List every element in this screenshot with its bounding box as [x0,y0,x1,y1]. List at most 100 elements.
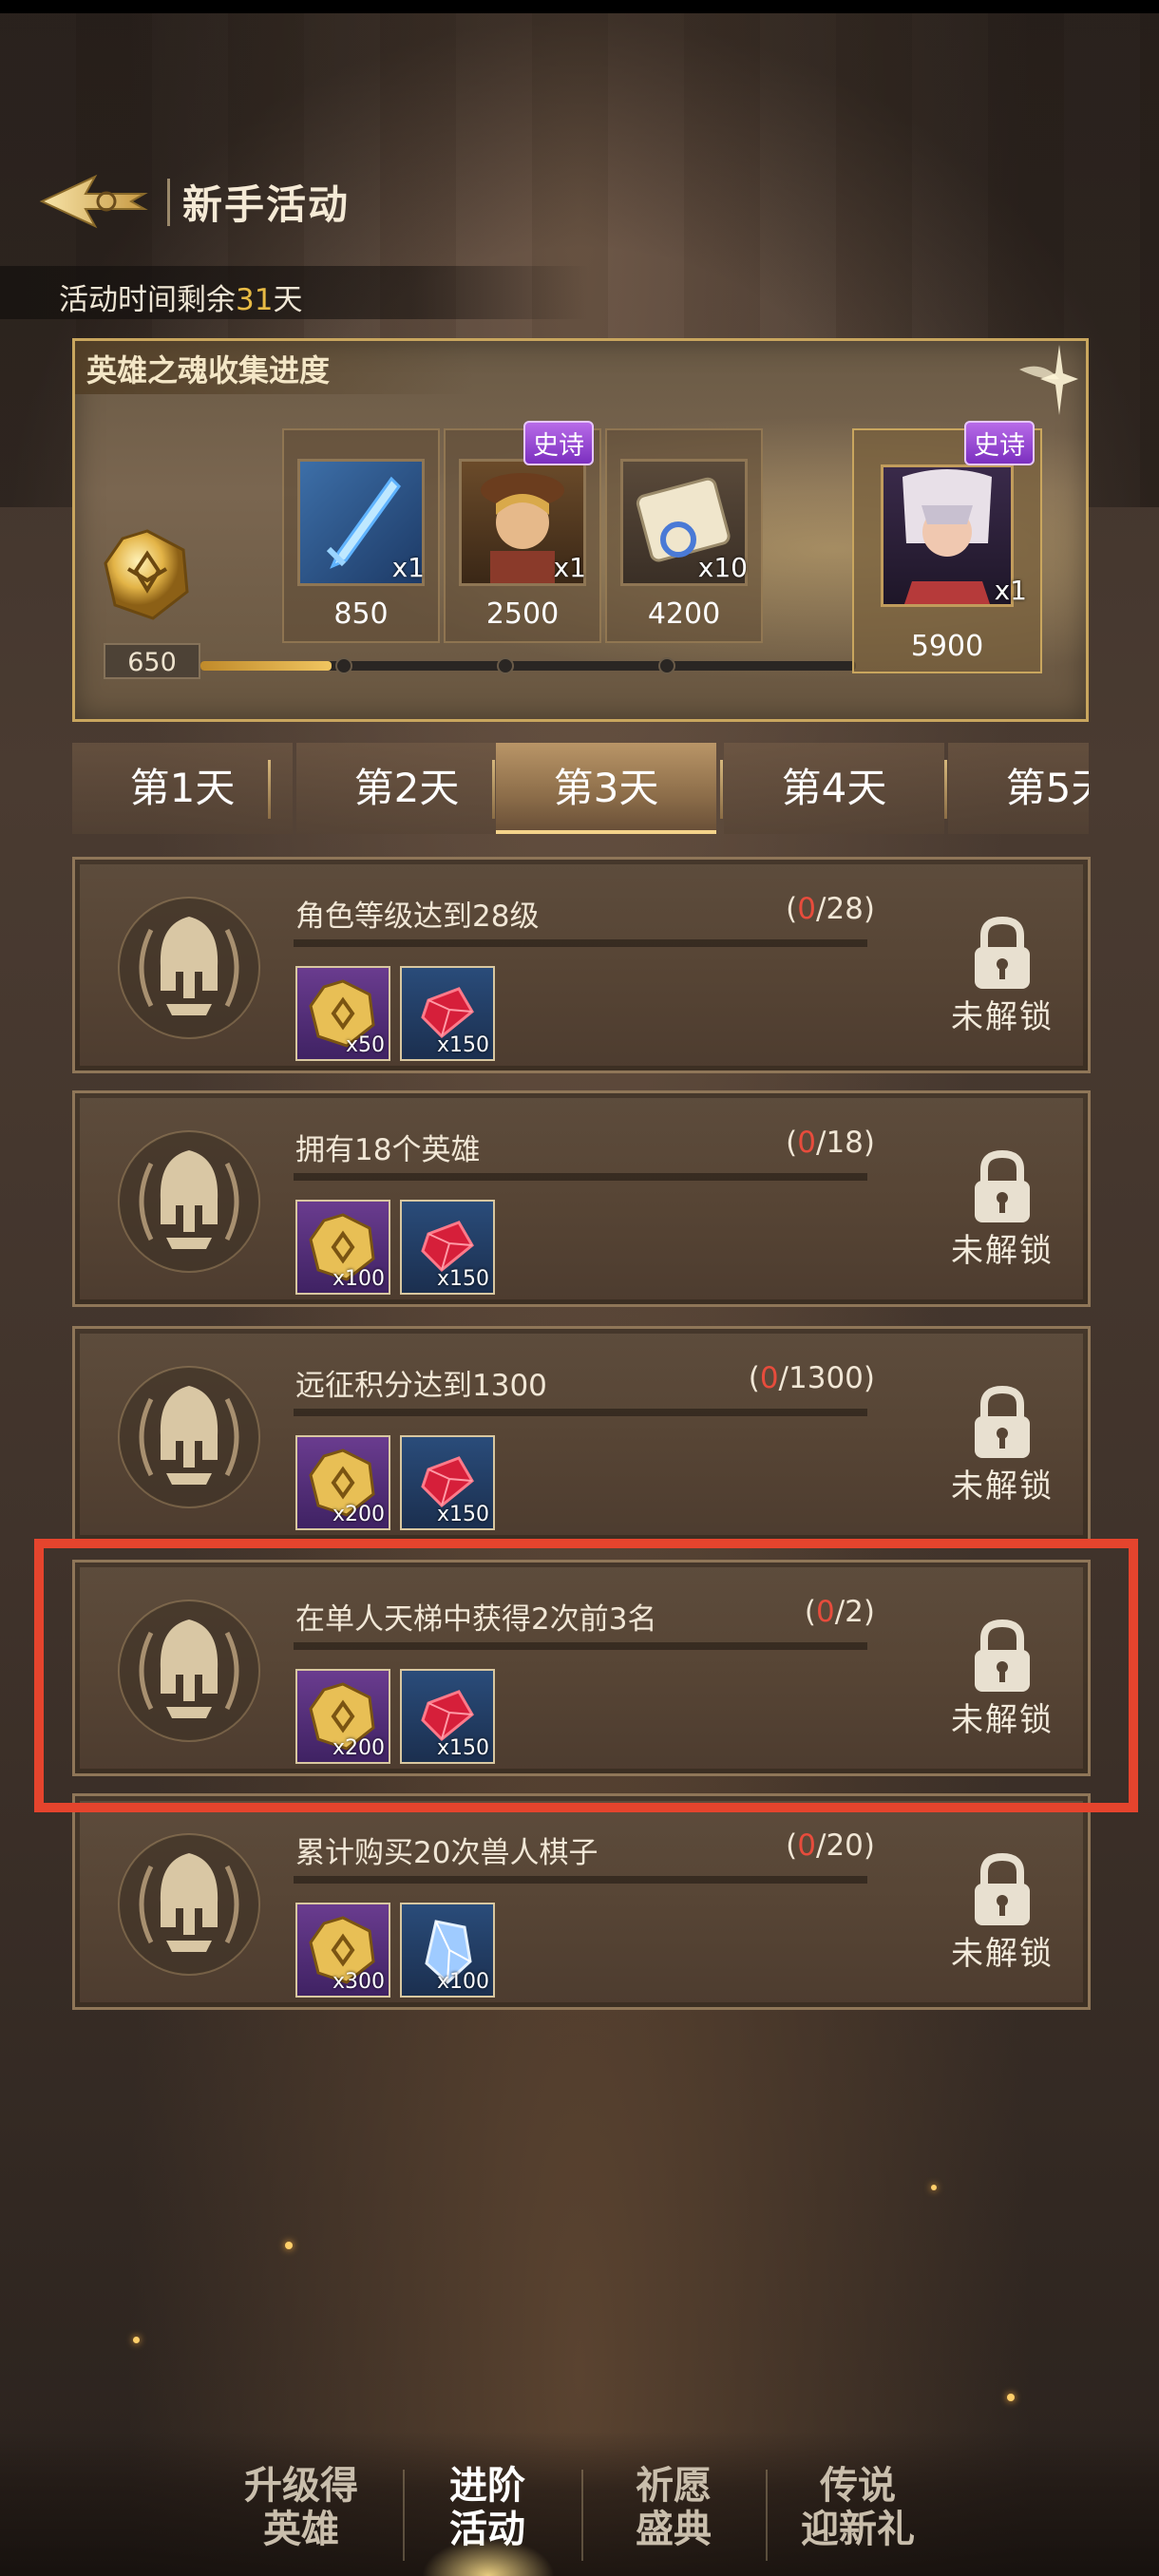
reward-qty: x300 [332,1970,385,1994]
tab-day-4[interactable]: 第4天 [724,743,944,834]
nav-upgrade-hero[interactable]: 升级得 英雄 [211,2464,391,2551]
countdown-prefix: 活动时间剩余 [59,283,236,317]
milestone-reward-850[interactable]: x1 850 [282,428,440,643]
countdown-days: 31 [236,283,274,317]
progress-node [658,657,675,674]
epic-hero-portrait-icon [902,469,992,604]
milestone-reward-4200[interactable]: x10 4200 [605,428,763,643]
tab-day-3[interactable]: 第3天 [496,743,716,834]
nav-label-line2: 盛典 [636,2508,712,2551]
progress-node [335,657,352,674]
progress-track [200,657,856,674]
reward-cost: 2500 [485,597,560,631]
reward-qty: x1 [553,552,586,583]
tab-separator [492,760,495,819]
panel-title: 英雄之魂收集进度 [86,352,331,388]
countdown-suffix: 天 [273,283,303,317]
ember-particle [133,2337,140,2343]
lock-label: 未解锁 [951,1468,1054,1506]
task-card[interactable]: 累计购买20次兽人棋子 (0/20) x300 x100 未解锁 [72,1793,1091,2010]
ember-particle [1007,2394,1015,2401]
tab-day-2[interactable]: 第2天 [296,743,517,834]
task-progress: (0/18) [786,1126,875,1160]
status-bar [0,0,1159,13]
nav-legend-gift[interactable]: 传说 迎新礼 [768,2464,948,2551]
task-reward-item[interactable]: x150 [400,1200,495,1295]
task-reward-item[interactable]: x100 [295,1200,390,1295]
padlock-icon [975,1385,1030,1458]
back-arrow-icon [39,174,148,229]
spartan-helmet-emblem-icon [118,1833,260,1976]
task-card[interactable]: 拥有18个英雄 (0/18) x100 x150 未解锁 [72,1090,1091,1307]
task-progress-current: 0 [759,1361,779,1395]
padlock-icon [975,1149,1030,1222]
spartan-helmet-emblem-icon [118,897,260,1039]
task-reward-item[interactable]: x300 [295,1903,390,1998]
epic-badge: 史诗 [964,421,1035,465]
nav-label-line1: 传说 [820,2464,896,2508]
nav-label-line1: 升级得 [244,2464,358,2508]
nav-label-line2: 迎新礼 [801,2508,915,2551]
task-card[interactable]: 角色等级达到28级 (0/28) x50 x150 未解锁 [72,857,1091,1073]
reward-qty: x200 [332,1503,385,1526]
milestone-reward-5900[interactable]: 史诗 x1 5900 [852,421,1042,673]
locked-status: 未解锁 [936,1148,1069,1281]
task-progress-total: /1300 [778,1361,864,1395]
task-progress-current: 0 [797,1126,816,1160]
tab-separator [720,760,723,819]
task-progress-total: /18 [816,1126,864,1160]
reward-qty: x150 [436,1267,489,1291]
task-title: 累计购买20次兽人棋子 [295,1836,598,1870]
task-card[interactable]: 远征积分达到1300 (0/1300) x200 x150 未解锁 [72,1326,1091,1543]
reward-qty: x50 [345,1033,385,1057]
task-progress-total: /28 [816,892,864,926]
locked-status: 未解锁 [936,915,1069,1048]
reward-qty: x150 [436,1503,489,1526]
reward-qty: x1 [391,552,425,583]
reward-qty: x10 [697,552,748,583]
tab-day-5[interactable]: 第5天 [948,743,1089,834]
reward-cost: 4200 [647,597,721,631]
task-title-underline [294,939,867,947]
lock-label: 未解锁 [951,1935,1054,1973]
nav-label-line1: 祈愿 [636,2464,712,2508]
progress-node [497,657,514,674]
task-reward-item[interactable]: x150 [400,1435,495,1530]
milestone-reward-2500[interactable]: 史诗 x1 2500 [444,421,601,643]
countdown-text: 活动时间剩余31天 [59,275,302,318]
ember-particle [285,2242,293,2249]
task-progress-total: /20 [816,1828,864,1863]
task-reward-item[interactable]: x200 [295,1435,390,1530]
day-tabs: 第1天 第2天 第3天 第4天 第5天 [72,743,1089,834]
spartan-helmet-emblem-icon [118,1130,260,1273]
progress-fill [200,661,332,671]
task-reward-item[interactable]: x50 [295,966,390,1061]
locked-status: 未解锁 [936,1851,1069,1984]
current-points: 650 [104,643,200,679]
padlock-icon [975,916,1030,989]
nav-label-line2: 英雄 [263,2508,339,2551]
task-progress-current: 0 [797,892,816,926]
reward-cost: 850 [333,597,389,631]
padlock-icon [975,1852,1030,1925]
reward-qty: x100 [436,1970,489,1994]
ember-particle [931,2185,937,2190]
hero-soul-coin-icon [104,529,189,620]
back-button[interactable] [38,173,152,230]
tab-day-1[interactable]: 第1天 [72,743,293,834]
task-reward-item[interactable]: x100 [400,1903,495,1998]
reward-qty: x100 [332,1267,385,1291]
task-title: 角色等级达到28级 [295,900,540,934]
task-title-underline [294,1876,867,1884]
tab-separator [268,760,271,819]
task-reward-item[interactable]: x150 [400,966,495,1061]
reward-qty: x150 [436,1033,489,1057]
page-title: 新手活动 [182,181,351,228]
header: 新手活动 [0,152,1159,247]
nav-wish-festival[interactable]: 祈愿 盛典 [583,2464,764,2551]
reward-qty: x1 [994,575,1027,606]
lock-label: 未解锁 [951,998,1054,1036]
task-progress-current: 0 [797,1828,816,1863]
task-progress: (0/1300) [748,1361,875,1395]
collection-progress-panel: 英雄之魂收集进度 650 x1 850 史诗 x1 2500 x10 4200 … [72,338,1089,722]
